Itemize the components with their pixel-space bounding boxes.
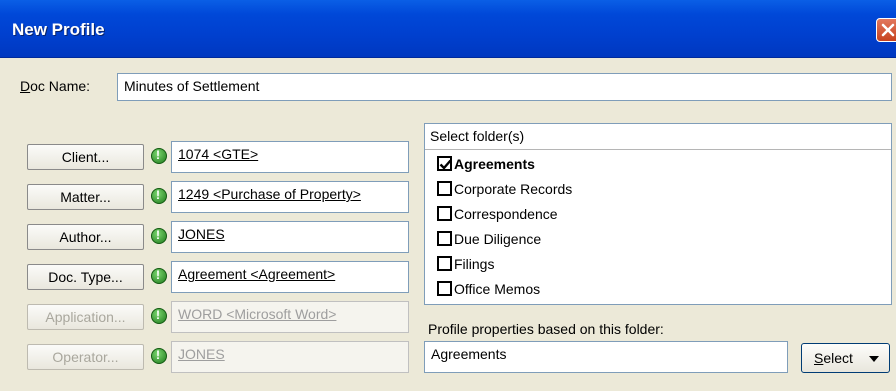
title-bar: New Profile (0, 0, 896, 58)
check-icon (439, 159, 452, 170)
doc-name-label: Doc Name: (20, 78, 90, 94)
folder-item[interactable]: Correspondence (437, 206, 558, 228)
required-mark: ! (156, 348, 160, 362)
select-button-accelerator: S (814, 350, 824, 366)
lookup-field-5[interactable]: JONES (171, 341, 409, 373)
window-title: New Profile (12, 20, 105, 39)
folder-item-label: Filings (454, 256, 495, 272)
folder-checkbox[interactable] (437, 156, 452, 171)
required-mark: ! (156, 148, 160, 162)
required-mark: ! (156, 268, 160, 282)
profile-properties-field[interactable]: Agreements (424, 341, 788, 373)
lookup-field-0[interactable]: 1074 <GTE> (171, 141, 409, 173)
lookup-field-3[interactable]: Agreement <Agreement> (171, 261, 409, 293)
lookup-button-0[interactable]: Client... (27, 144, 144, 170)
required-mark: ! (156, 308, 160, 322)
folder-checkbox[interactable] (437, 231, 452, 246)
folder-item[interactable]: Filings (437, 256, 494, 278)
lookup-field-1[interactable]: 1249 <Purchase of Property> (171, 181, 409, 213)
required-field-icon: ! (151, 348, 167, 364)
folder-item-label: Due Diligence (454, 231, 542, 247)
folder-list-header: Select folder(s) (425, 124, 891, 150)
doc-name-label-text: oc Name: (30, 78, 91, 94)
lookup-button-2[interactable]: Author... (27, 224, 144, 250)
lookup-button-3[interactable]: Doc. Type... (27, 264, 144, 290)
profile-properties-label: Profile properties based on this folder: (428, 321, 664, 337)
required-field-icon: ! (151, 148, 167, 164)
lookup-button-1[interactable]: Matter... (27, 184, 144, 210)
lookup-field-4[interactable]: WORD <Microsoft Word> (171, 301, 409, 333)
folder-list[interactable]: Select folder(s) Agreements Corporate Rec… (424, 123, 892, 305)
lookup-value: Agreement <Agreement> (178, 266, 336, 282)
folder-item[interactable]: Due Diligence (437, 231, 541, 253)
folder-item-label: Corporate Records (454, 181, 573, 197)
folder-checkbox[interactable] (437, 256, 452, 271)
folder-item-label: Correspondence (454, 206, 558, 222)
folder-checkbox[interactable] (437, 181, 452, 196)
required-field-icon: ! (151, 228, 167, 244)
select-button[interactable]: Select (801, 343, 890, 373)
lookup-value: 1249 <Purchase of Property> (178, 186, 361, 202)
chevron-down-icon (869, 356, 879, 362)
folder-item[interactable]: Office Memos (437, 281, 540, 303)
required-mark: ! (156, 228, 160, 242)
close-button[interactable] (876, 18, 896, 42)
lookup-button-4[interactable]: Application... (27, 304, 144, 330)
doc-name-label-accelerator: D (20, 78, 31, 94)
lookup-value: JONES (178, 346, 225, 362)
required-mark: ! (156, 188, 160, 202)
lookup-value: WORD <Microsoft Word> (178, 306, 337, 322)
required-field-icon: ! (151, 188, 167, 204)
lookup-value: JONES (178, 226, 225, 242)
folder-item[interactable]: Agreements (437, 156, 535, 178)
required-field-icon: ! (151, 268, 167, 284)
select-button-label: elect (823, 350, 853, 366)
folder-checkbox[interactable] (437, 206, 452, 221)
close-icon (881, 23, 895, 37)
folder-item-label: Office Memos (454, 281, 541, 297)
lookup-field-2[interactable]: JONES (171, 221, 409, 253)
doc-name-input[interactable]: Minutes of Settlement (117, 73, 892, 101)
required-field-icon: ! (151, 308, 167, 324)
folder-checkbox[interactable] (437, 281, 452, 296)
folder-item-label: Agreements (454, 156, 535, 172)
folder-item[interactable]: Corporate Records (437, 181, 572, 203)
lookup-button-5[interactable]: Operator... (27, 344, 144, 370)
lookup-value: 1074 <GTE> (178, 146, 259, 162)
